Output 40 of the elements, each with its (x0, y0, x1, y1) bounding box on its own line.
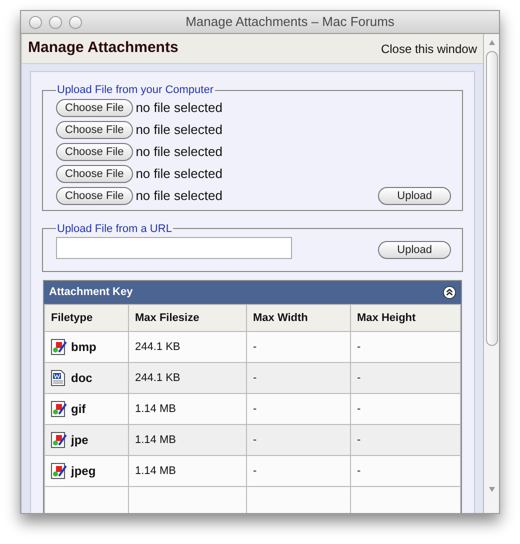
minimize-window-icon[interactable] (49, 16, 62, 28)
close-window-link[interactable]: Close this window (380, 40, 477, 58)
filetype-cell-text: jpeg (71, 463, 96, 480)
image-file-icon (51, 463, 67, 479)
close-window-icon[interactable] (29, 16, 42, 28)
choose-file-button[interactable]: Choose File (56, 98, 133, 116)
page-title: Manage Attachments (28, 38, 178, 58)
image-file-icon (51, 339, 67, 355)
window-title: Manage Attachments – Mac Forums (184, 13, 396, 32)
upload-button[interactable]: Upload (378, 186, 451, 204)
image-file-icon (51, 401, 67, 417)
column-header: Max Filesize (128, 304, 246, 332)
document-file-icon (51, 370, 67, 386)
column-header: Filetype (44, 304, 128, 332)
file-status-text: no file selected (136, 164, 222, 183)
group-legend: Upload File from a URL (56, 220, 173, 237)
choose-file-button[interactable]: Choose File (56, 120, 133, 138)
choose-file-button[interactable]: Choose File (56, 186, 133, 204)
filetype-cell-text: doc (71, 370, 92, 387)
scrollbar[interactable] (483, 34, 499, 513)
filetype-cell-text: jpe (71, 432, 88, 449)
image-file-icon (51, 432, 67, 448)
column-header: Max Height (350, 304, 460, 332)
group-legend: Upload File from your Computer (56, 82, 215, 98)
file-status-text: no file selected (136, 98, 222, 117)
scrollbar-thumb[interactable] (486, 51, 498, 346)
file-status-text: no file selected (136, 142, 222, 161)
choose-file-button[interactable]: Choose File (56, 142, 133, 160)
file-status-text: no file selected (136, 186, 222, 205)
filetype-cell-text: gif (71, 401, 86, 418)
filetype-cell-text: bmp (71, 339, 96, 356)
scroll-down-icon[interactable] (488, 485, 496, 493)
url-input-field[interactable] (56, 237, 292, 259)
upload-button[interactable]: Upload (378, 241, 451, 259)
collapse-icon[interactable] (443, 286, 456, 299)
scroll-up-icon[interactable] (488, 39, 496, 47)
panel-title: Attachment Key (49, 285, 133, 300)
zoom-window-icon[interactable] (69, 16, 82, 28)
file-status-text: no file selected (136, 120, 222, 139)
choose-file-button[interactable]: Choose File (56, 164, 133, 182)
